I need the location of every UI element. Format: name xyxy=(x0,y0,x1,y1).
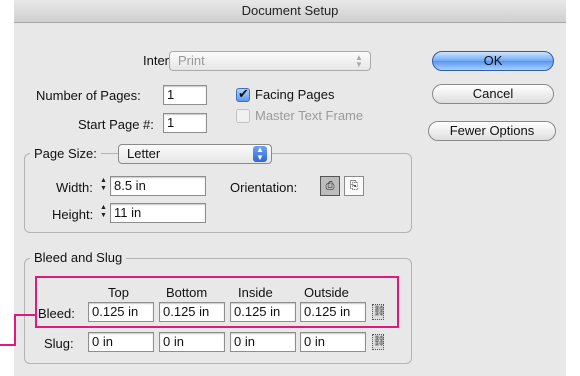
facing-pages-label: Facing Pages xyxy=(255,87,335,102)
ok-button[interactable]: OK xyxy=(432,51,554,71)
slug-link-icon[interactable]: ⛓ xyxy=(372,334,386,350)
height-label: Height: xyxy=(52,207,94,222)
annotation-leader-line-vertical xyxy=(14,314,16,346)
orientation-label: Orientation: xyxy=(230,180,298,195)
page-size-popup[interactable]: Letter ▲ ▼ xyxy=(118,144,272,164)
intent-popup[interactable]: Print ▲ ▼ xyxy=(169,51,371,71)
window-title: Document Setup xyxy=(14,0,566,23)
slug-bottom-field[interactable] xyxy=(159,332,225,352)
up-down-arrows-icon: ▲ ▼ xyxy=(253,146,267,162)
bleed-slug-label: Bleed and Slug xyxy=(30,250,127,265)
master-text-frame-checkbox[interactable] xyxy=(236,109,250,123)
height-field[interactable] xyxy=(110,203,206,223)
bleed-highlight-annotation xyxy=(35,276,399,328)
start-page-field[interactable] xyxy=(163,113,207,133)
fewer-options-button[interactable]: Fewer Options xyxy=(428,121,556,141)
intent-value: Print xyxy=(178,53,205,68)
slug-label: Slug: xyxy=(44,336,74,351)
landscape-orientation-icon[interactable]: ⎘ xyxy=(344,176,364,196)
slug-outside-field[interactable] xyxy=(300,332,366,352)
width-label: Width: xyxy=(56,180,93,195)
page-size-value: Letter xyxy=(127,146,161,161)
width-field[interactable] xyxy=(110,176,206,196)
slug-top-field[interactable] xyxy=(88,332,154,352)
portrait-orientation-icon[interactable]: ⎙ xyxy=(320,176,340,196)
master-text-frame-label: Master Text Frame xyxy=(255,108,364,123)
facing-pages-checkbox[interactable] xyxy=(236,86,250,102)
up-down-arrows-icon: ▲ ▼ xyxy=(355,53,363,69)
number-of-pages-label: Number of Pages: xyxy=(36,88,141,103)
height-stepper-icon[interactable]: ▲ ▼ xyxy=(99,204,108,222)
width-stepper-icon[interactable]: ▲ ▼ xyxy=(99,177,108,195)
slug-inside-field[interactable] xyxy=(230,332,296,352)
start-page-label: Start Page #: xyxy=(78,117,154,132)
annotation-leader-line-connector xyxy=(14,314,36,316)
document-setup-dialog: Document Setup Intent: Print ▲ ▼ Number o… xyxy=(14,0,566,376)
cancel-button[interactable]: Cancel xyxy=(432,84,554,104)
page-size-label: Page Size: xyxy=(30,146,101,161)
number-of-pages-field[interactable] xyxy=(163,85,207,105)
